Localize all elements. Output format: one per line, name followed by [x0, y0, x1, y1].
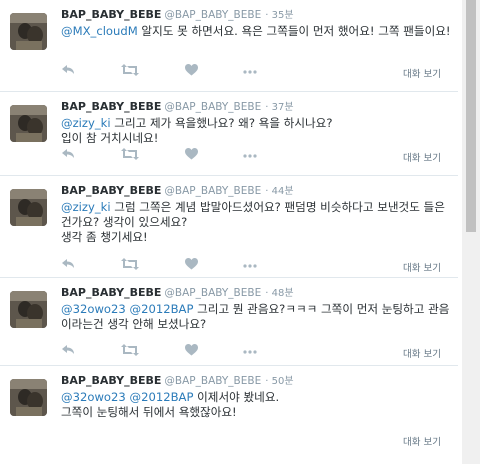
tweet-header: BAP_BABY_BEBE @BAP_BABY_BEBE · 50분	[61, 374, 294, 389]
tweet-text: @32owo23 @2012BAP 이제서야 봤네요. 그쪽이 눈팅해서 뒤에서…	[61, 390, 453, 420]
display-name[interactable]: BAP_BABY_BEBE	[61, 100, 161, 113]
reply-icon[interactable]	[61, 344, 75, 356]
tweet-actions: 대화 보기	[61, 258, 453, 276]
tweet-header: BAP_BABY_BEBE @BAP_BABY_BEBE · 48분	[61, 286, 294, 301]
tweet-text: @MX_cloudM 알지도 못 하면서요. 욕은 그쪽들이 먼저 했어요! 그…	[61, 24, 453, 39]
user-handle[interactable]: @BAP_BABY_BEBE	[164, 185, 261, 197]
tweet-actions: 대화 보기	[61, 148, 453, 166]
like-icon[interactable]	[185, 258, 198, 270]
avatar[interactable]	[10, 189, 47, 226]
tweet[interactable]: BAP_BABY_BEBE @BAP_BABY_BEBE · 50분 @32owo2…	[0, 366, 458, 464]
timestamp[interactable]: · 37분	[265, 102, 293, 113]
display-name[interactable]: BAP_BABY_BEBE	[61, 8, 161, 21]
tweet-actions: 대화 보기	[61, 432, 453, 450]
tweet[interactable]: BAP_BABY_BEBE @BAP_BABY_BEBE · 35분 @MX_clo…	[0, 0, 458, 92]
retweet-icon[interactable]	[121, 258, 139, 270]
tweet-header: BAP_BABY_BEBE @BAP_BABY_BEBE · 37분	[61, 100, 294, 115]
avatar[interactable]	[10, 105, 47, 142]
tweet[interactable]: BAP_BABY_BEBE @BAP_BABY_BEBE · 48분 @32owo2…	[0, 278, 458, 366]
avatar[interactable]	[10, 291, 47, 328]
display-name[interactable]: BAP_BABY_BEBE	[61, 374, 161, 387]
tweet-body: 그럼 그쪽은 계념 밥말아드셨어요? 팬덤명 비슷하다고 보낸것도 들은건가요?…	[61, 200, 445, 244]
tweet-actions: 대화 보기	[61, 344, 453, 362]
tweet-header: BAP_BABY_BEBE @BAP_BABY_BEBE · 44분	[61, 184, 294, 199]
mention-link[interactable]: @MX_cloudM	[61, 24, 138, 38]
scrollbar[interactable]	[462, 0, 480, 464]
tweet-actions: 대화 보기	[61, 64, 453, 82]
mention-link[interactable]: @2012BAP	[129, 302, 193, 316]
reply-icon[interactable]	[61, 148, 75, 160]
avatar[interactable]	[10, 379, 47, 416]
mention-link[interactable]: @32owo23	[61, 302, 126, 316]
timestamp[interactable]: · 50분	[265, 376, 293, 387]
tweet-text: @zizy_ki 그럼 그쪽은 계념 밥말아드셨어요? 팬덤명 비슷하다고 보낸…	[61, 200, 453, 245]
display-name[interactable]: BAP_BABY_BEBE	[61, 184, 161, 197]
tweet-header: BAP_BABY_BEBE @BAP_BABY_BEBE · 35분	[61, 8, 294, 23]
tweet[interactable]: BAP_BABY_BEBE @BAP_BABY_BEBE · 37분 @zizy_k…	[0, 92, 458, 176]
user-handle[interactable]: @BAP_BABY_BEBE	[164, 9, 261, 21]
like-icon[interactable]	[185, 64, 198, 76]
tweet-text: @32owo23 @2012BAP 그리고 뭔 관음요?ㅋㅋㅋ 그쪽이 먼저 눈…	[61, 302, 453, 332]
tweet[interactable]: BAP_BABY_BEBE @BAP_BABY_BEBE · 44분 @zizy_k…	[0, 176, 458, 278]
tweet-body: 알지도 못 하면서요. 욕은 그쪽들이 먼저 했어요! 그쪽 팬들이요!	[137, 24, 451, 38]
retweet-icon[interactable]	[121, 344, 139, 356]
scrollbar-thumb[interactable]	[466, 0, 476, 232]
view-conversation-link[interactable]: 대화 보기	[403, 434, 441, 448]
reply-icon[interactable]	[61, 64, 75, 76]
more-icon[interactable]	[243, 350, 257, 354]
timestamp[interactable]: · 44분	[265, 186, 293, 197]
timeline-feed: BAP_BABY_BEBE @BAP_BABY_BEBE · 35분 @MX_clo…	[0, 0, 462, 464]
view-conversation-link[interactable]: 대화 보기	[403, 346, 441, 360]
display-name[interactable]: BAP_BABY_BEBE	[61, 286, 161, 299]
mention-link[interactable]: @zizy_ki	[61, 200, 111, 214]
more-icon[interactable]	[243, 154, 257, 158]
retweet-icon[interactable]	[121, 148, 139, 160]
timestamp[interactable]: · 48분	[265, 288, 293, 299]
mention-link[interactable]: @2012BAP	[129, 390, 193, 404]
timestamp[interactable]: · 35분	[265, 10, 293, 21]
mention-link[interactable]: @zizy_ki	[61, 116, 111, 130]
like-icon[interactable]	[185, 344, 198, 356]
user-handle[interactable]: @BAP_BABY_BEBE	[164, 375, 261, 387]
view-conversation-link[interactable]: 대화 보기	[403, 66, 441, 80]
tweet-text: @zizy_ki 그리고 제가 욕을했나요? 왜? 욕을 하시나요? 입이 참 …	[61, 116, 453, 146]
more-icon[interactable]	[243, 70, 257, 74]
more-icon[interactable]	[243, 264, 257, 268]
like-icon[interactable]	[185, 148, 198, 160]
view-conversation-link[interactable]: 대화 보기	[403, 260, 441, 274]
view-conversation-link[interactable]: 대화 보기	[403, 150, 441, 164]
reply-icon[interactable]	[61, 258, 75, 270]
avatar[interactable]	[10, 13, 47, 50]
user-handle[interactable]: @BAP_BABY_BEBE	[164, 101, 261, 113]
retweet-icon[interactable]	[121, 64, 139, 76]
user-handle[interactable]: @BAP_BABY_BEBE	[164, 287, 261, 299]
mention-link[interactable]: @32owo23	[61, 390, 126, 404]
